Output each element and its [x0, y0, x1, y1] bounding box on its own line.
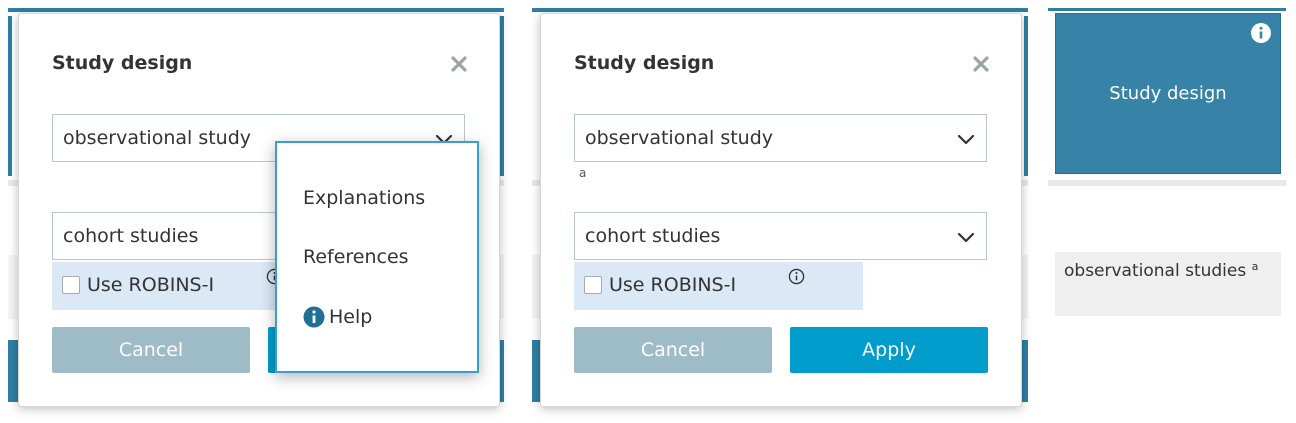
- menu-item-help-label: Help: [329, 306, 373, 328]
- robins-label: Use ROBINS-I: [609, 274, 737, 296]
- background-row-edge: [500, 16, 504, 176]
- chevron-down-icon: [957, 134, 975, 145]
- study-subtype-select-value: cohort studies: [63, 225, 199, 247]
- cell-footnote: a: [1251, 260, 1259, 273]
- robins-option: Use ROBINS-I: [574, 262, 863, 310]
- apply-button[interactable]: Apply: [790, 327, 988, 373]
- info-outline-icon[interactable]: [788, 268, 805, 285]
- dialog-title: Study design: [574, 52, 715, 74]
- study-design-select[interactable]: observational study: [574, 114, 987, 162]
- study-design-select-value: observational study: [63, 127, 252, 149]
- info-menu: Explanations References Help: [275, 141, 479, 373]
- study-design-cell: observational studies a: [1055, 252, 1281, 316]
- background-row-divider: [1048, 180, 1286, 186]
- cell-text: observational studies: [1064, 261, 1247, 281]
- study-design-tile[interactable]: Study design: [1055, 13, 1281, 174]
- cancel-button[interactable]: Cancel: [574, 327, 772, 373]
- background-row-edge: [8, 16, 12, 176]
- background-header-strip: [532, 8, 1028, 12]
- chevron-down-icon: [957, 232, 975, 243]
- menu-item-explanations[interactable]: Explanations: [303, 187, 425, 209]
- robins-checkbox[interactable]: [584, 276, 602, 294]
- robins-checkbox[interactable]: [62, 276, 80, 294]
- menu-item-help[interactable]: Help: [303, 306, 372, 328]
- study-design-select-value: observational study: [585, 127, 774, 149]
- info-icon: [303, 306, 325, 328]
- study-subtype-select[interactable]: cohort studies: [574, 212, 987, 260]
- info-icon[interactable]: [1250, 22, 1272, 44]
- menu-item-references[interactable]: References: [303, 246, 409, 268]
- close-icon[interactable]: [449, 54, 469, 74]
- close-icon[interactable]: [971, 54, 991, 74]
- background-header-strip: [8, 8, 504, 12]
- tile-label: Study design: [1109, 83, 1227, 104]
- study-subtype-select-value: cohort studies: [585, 225, 721, 247]
- background-header-strip: [1048, 8, 1286, 11]
- cancel-button[interactable]: Cancel: [52, 327, 250, 373]
- footnote-marker: a: [579, 166, 587, 180]
- dialog-title: Study design: [52, 52, 193, 74]
- background-row-edge: [1024, 16, 1028, 176]
- robins-label: Use ROBINS-I: [87, 274, 215, 296]
- study-design-dialog-right: Study design observational study a cohor…: [540, 13, 1022, 407]
